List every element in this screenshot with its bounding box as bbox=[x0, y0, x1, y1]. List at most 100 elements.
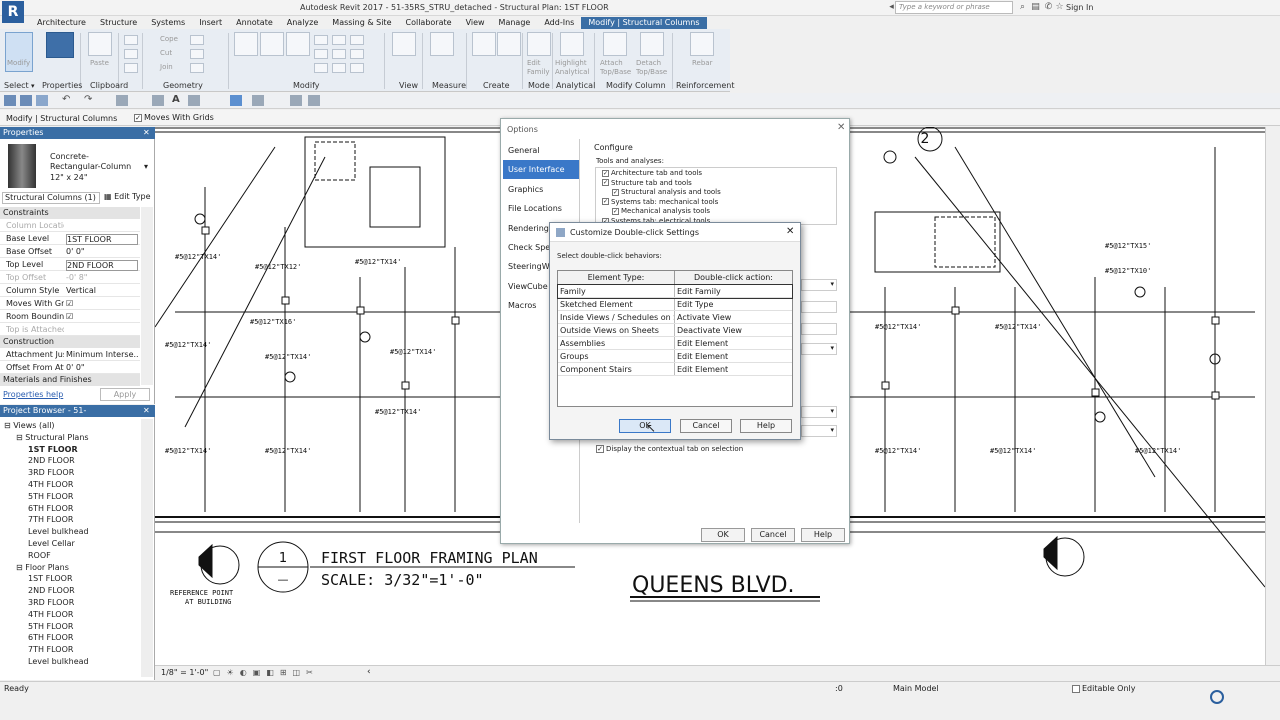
options-cancel-button[interactable]: Cancel bbox=[751, 528, 795, 542]
measure-icon[interactable] bbox=[430, 32, 454, 56]
collapse-icon[interactable]: ⊟ bbox=[16, 563, 25, 572]
customize-ok-button[interactable]: OK bbox=[619, 419, 671, 433]
copy-icon[interactable] bbox=[124, 35, 138, 45]
instance-filter-dropdown[interactable]: Structural Columns (1) bbox=[2, 192, 100, 204]
browser-item[interactable]: 6TH FLOOR bbox=[28, 633, 73, 642]
tab-collaborate[interactable]: Collaborate bbox=[399, 17, 459, 29]
create-assembly-icon[interactable] bbox=[472, 32, 496, 56]
tab-annotate[interactable]: Annotate bbox=[229, 17, 280, 29]
customize-help-button[interactable]: Help bbox=[740, 419, 792, 433]
browser-item[interactable]: 6TH FLOOR bbox=[28, 504, 73, 513]
browser-item[interactable]: 7TH FLOOR bbox=[28, 645, 73, 654]
measure-qat-icon[interactable] bbox=[152, 95, 164, 106]
type-dropdown-icon[interactable]: ▾ bbox=[144, 162, 148, 171]
browser-item[interactable]: 1ST FLOOR bbox=[28, 445, 78, 454]
close-icon[interactable]: ✕ bbox=[786, 226, 794, 237]
prop-row[interactable]: Top is Attached bbox=[0, 323, 140, 336]
browser-item[interactable]: 7TH FLOOR bbox=[28, 515, 73, 524]
dropdown-icon[interactable]: ▾ bbox=[801, 279, 837, 291]
contextual-tab-checkbox[interactable]: ✓ Display the contextual tab on selection bbox=[596, 445, 743, 453]
switch-windows-icon[interactable] bbox=[290, 95, 302, 106]
copy-element-icon[interactable] bbox=[314, 49, 328, 59]
qat-customize-icon[interactable] bbox=[308, 95, 320, 106]
close-icon[interactable]: ✕ bbox=[143, 406, 150, 415]
offset-icon[interactable] bbox=[260, 32, 284, 56]
close-icon[interactable]: ✕ bbox=[837, 122, 845, 133]
prop-row[interactable]: Top Level 2ND FLOOR bbox=[0, 258, 140, 271]
binoculars-icon[interactable]: ⌕ bbox=[1017, 2, 1028, 13]
undo-icon[interactable]: ↶ bbox=[62, 94, 70, 105]
cut-clipboard-icon[interactable] bbox=[124, 49, 138, 59]
prop-row[interactable]: Top Offset -0' 8" bbox=[0, 271, 140, 284]
canvas-vertical-scrollbar[interactable] bbox=[1265, 127, 1280, 665]
match-type-icon[interactable] bbox=[124, 63, 138, 73]
highlight-analytical-button[interactable] bbox=[560, 32, 584, 56]
tool-checkbox-item[interactable]: ✓ Structure tab and tools bbox=[602, 179, 692, 187]
action-cell[interactable]: Edit Type bbox=[677, 298, 789, 311]
browser-item[interactable]: 2ND FLOOR bbox=[28, 456, 75, 465]
prop-row[interactable]: Base Level 1ST FLOOR bbox=[0, 232, 140, 245]
view-control-icons[interactable]: ▢☀◐▣◧⊞◫✂ bbox=[213, 668, 363, 678]
rebar-button[interactable] bbox=[690, 32, 714, 56]
view-scale-control[interactable]: 1/8" = 1'-0" bbox=[161, 668, 208, 677]
panel-select[interactable]: Select bbox=[4, 81, 29, 90]
sync-icon[interactable] bbox=[36, 95, 48, 106]
mirror-icon[interactable] bbox=[314, 63, 328, 73]
double-click-row[interactable]: Assemblies Edit Element bbox=[558, 337, 792, 350]
thin-lines-icon[interactable] bbox=[230, 95, 242, 106]
action-cell[interactable]: Edit Element bbox=[677, 363, 789, 376]
moves-with-grids-checkbox[interactable]: ✓ Moves With Grids bbox=[134, 113, 214, 122]
action-cell[interactable]: Edit Element bbox=[677, 337, 789, 350]
prop-row[interactable]: Moves With Gri...☑ bbox=[0, 297, 140, 310]
tab-view[interactable]: View bbox=[459, 17, 492, 29]
dropdown-icon[interactable]: ▾ bbox=[801, 406, 837, 418]
tab-systems[interactable]: Systems bbox=[144, 17, 192, 29]
save-icon[interactable] bbox=[20, 95, 32, 106]
scale-icon[interactable] bbox=[332, 63, 346, 73]
prop-row[interactable]: Column Locatio... bbox=[0, 219, 140, 232]
properties-palette-button[interactable] bbox=[46, 32, 74, 58]
help-search-input[interactable]: Type a keyword or phrase bbox=[895, 1, 1013, 14]
options-ok-button[interactable]: OK bbox=[701, 528, 745, 542]
cut-geometry-button[interactable]: Cut bbox=[160, 49, 172, 57]
browser-item[interactable]: 2ND FLOOR bbox=[28, 586, 75, 595]
browser-item[interactable]: 4TH FLOOR bbox=[28, 480, 73, 489]
action-cell[interactable]: Edit Family bbox=[677, 285, 789, 298]
prop-row-attachment[interactable]: Attachment Jus... Minimum Interse... bbox=[0, 348, 140, 361]
join-button[interactable]: Join bbox=[160, 63, 173, 71]
select-dropdown-icon[interactable]: ▾ bbox=[31, 82, 35, 90]
tab-modify-structural-columns[interactable]: Modify | Structural Columns bbox=[581, 17, 707, 29]
properties-scrollbar[interactable] bbox=[141, 207, 153, 385]
editable-only-checkbox[interactable]: Editable Only bbox=[1072, 684, 1135, 693]
edit-type-button[interactable]: ▦ Edit Type bbox=[104, 192, 151, 201]
open-icon[interactable] bbox=[4, 95, 16, 106]
double-click-row[interactable]: Component Stairs Edit Element bbox=[558, 363, 792, 376]
browser-item[interactable]: 4TH FLOOR bbox=[28, 610, 73, 619]
tab-architecture[interactable]: Architecture bbox=[30, 17, 93, 29]
double-click-row[interactable]: Outside Views on Sheets Deactivate View bbox=[558, 324, 792, 337]
field-box[interactable] bbox=[801, 323, 837, 335]
tab-analyze[interactable]: Analyze bbox=[280, 17, 326, 29]
prop-row[interactable]: Column Style Vertical bbox=[0, 284, 140, 297]
collapse-icon[interactable]: ⊟ bbox=[4, 421, 13, 430]
edit-family-button[interactable] bbox=[527, 32, 551, 56]
apply-button[interactable]: Apply bbox=[100, 388, 150, 401]
trim-icon[interactable] bbox=[332, 35, 346, 45]
sign-in-link[interactable]: Sign In bbox=[1066, 3, 1093, 12]
options-nav-item[interactable]: General bbox=[503, 141, 579, 160]
favorites-star-icon[interactable]: ☆ bbox=[1054, 2, 1065, 13]
close-hidden-icon[interactable] bbox=[252, 95, 264, 106]
browser-item[interactable]: ROOF bbox=[28, 551, 51, 560]
tool-checkbox-item[interactable]: ✓ Structural analysis and tools bbox=[612, 188, 721, 196]
browser-item[interactable]: ⊟ Structural Plans bbox=[16, 433, 89, 442]
browser-item[interactable]: 5TH FLOOR bbox=[28, 492, 73, 501]
delete-icon[interactable] bbox=[350, 63, 364, 73]
browser-item[interactable]: Level bulkhead bbox=[28, 527, 89, 536]
tab-add-ins[interactable]: Add-Ins bbox=[537, 17, 581, 29]
type-name[interactable]: Concrete-Rectangular-Column bbox=[50, 152, 138, 172]
browser-item[interactable]: Level bulkhead bbox=[28, 657, 89, 666]
split-face-icon[interactable] bbox=[190, 49, 204, 59]
paint-icon[interactable] bbox=[190, 63, 204, 73]
options-help-button[interactable]: Help bbox=[801, 528, 845, 542]
group-materials[interactable]: Materials and Finishes bbox=[0, 374, 140, 386]
